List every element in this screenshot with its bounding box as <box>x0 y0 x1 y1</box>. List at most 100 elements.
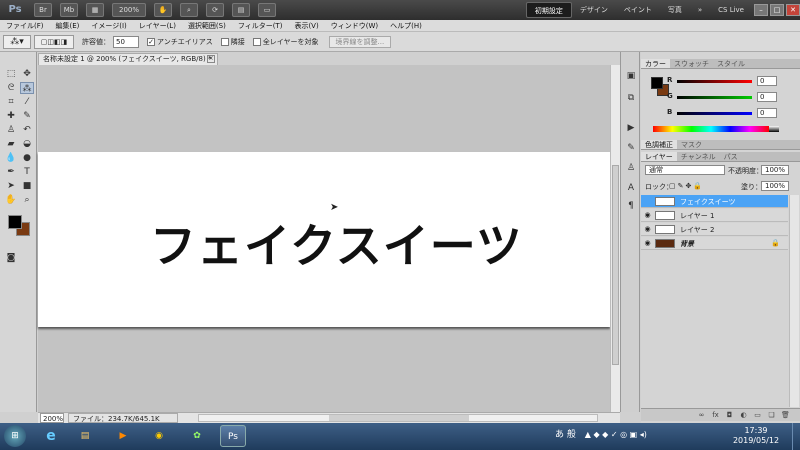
link-layers-icon[interactable]: ∞ <box>697 411 706 420</box>
marquee-tool-icon[interactable]: ⬚ <box>4 68 18 80</box>
paragraph-panel-icon[interactable]: ¶ <box>625 200 637 212</box>
visibility-eye-icon[interactable]: ◉ <box>643 211 652 220</box>
layer-row[interactable]: T フェイクスイーツ <box>641 195 788 208</box>
clone-source-panel-icon[interactable]: ♙ <box>625 162 637 174</box>
bridge-icon[interactable]: Br <box>34 3 52 17</box>
workspace-essentials[interactable]: 初期設定 <box>525 2 572 18</box>
menu-layer[interactable]: レイヤー(L) <box>133 21 182 31</box>
dodge-tool-icon[interactable]: ● <box>20 152 34 164</box>
selection-mode-buttons[interactable]: ▢◫◧◨ <box>34 34 74 49</box>
internet-explorer-icon[interactable]: e <box>38 425 64 447</box>
workspace-more[interactable]: » <box>690 2 710 18</box>
chrome-icon[interactable]: ◉ <box>146 425 172 447</box>
blue-value[interactable]: 0 <box>757 108 777 118</box>
brush-tool-icon[interactable]: ✎ <box>20 110 34 122</box>
mini-bridge-icon[interactable]: Mb <box>60 3 78 17</box>
start-button-icon[interactable]: ⊞ <box>4 425 26 447</box>
menu-file[interactable]: ファイル(F) <box>0 21 50 31</box>
tool-preset-picker[interactable]: ⁂▾ <box>3 34 31 49</box>
eraser-tool-icon[interactable]: ▰ <box>4 138 18 150</box>
shape-tool-icon[interactable]: ■ <box>20 180 34 192</box>
blur-tool-icon[interactable]: 💧 <box>4 152 18 164</box>
mini-bridge-panel-icon[interactable]: ▣ <box>625 70 637 82</box>
move-tool-icon[interactable]: ✥ <box>20 68 34 80</box>
all-layers-checkbox[interactable] <box>252 37 261 46</box>
hand-tool-icon[interactable]: ✋ <box>4 194 18 206</box>
tab-channels[interactable]: チャンネル <box>677 152 720 161</box>
document-canvas[interactable]: フェイクスイーツ ➤ <box>38 152 610 327</box>
red-value[interactable]: 0 <box>757 76 777 86</box>
new-group-icon[interactable]: ▭ <box>753 411 762 420</box>
pen-tool-icon[interactable]: ✒ <box>4 166 18 178</box>
layers-scrollbar[interactable] <box>789 195 799 407</box>
menu-window[interactable]: ウィンドウ(W) <box>325 21 384 31</box>
blend-mode-select[interactable]: 通常 <box>645 165 725 175</box>
delete-layer-icon[interactable]: 🗑 <box>781 411 790 420</box>
visibility-eye-icon[interactable] <box>643 197 652 206</box>
horizontal-scroll-thumb[interactable] <box>329 415 469 421</box>
horizontal-scrollbar[interactable] <box>198 414 598 422</box>
maximize-button[interactable]: □ <box>770 4 784 16</box>
path-selection-tool-icon[interactable]: ➤ <box>4 180 18 192</box>
zoom-field[interactable]: 200% <box>40 413 64 423</box>
crop-tool-icon[interactable]: ⌗ <box>4 96 18 108</box>
lasso-tool-icon[interactable]: ᘓ <box>4 82 18 94</box>
blue-slider[interactable] <box>677 112 752 115</box>
view-extras-icon[interactable]: ▦ <box>86 3 104 17</box>
menu-select[interactable]: 選択範囲(S) <box>182 21 232 31</box>
menu-edit[interactable]: 編集(E) <box>50 21 86 31</box>
vertical-scrollbar[interactable] <box>610 65 620 412</box>
rotate-view-icon[interactable]: ⟳ <box>206 3 224 17</box>
screen-mode-icon[interactable]: ▭ <box>258 3 276 17</box>
visibility-eye-icon[interactable]: ◉ <box>643 239 652 248</box>
history-brush-tool-icon[interactable]: ↶ <box>20 124 34 136</box>
clone-stamp-tool-icon[interactable]: ♙ <box>4 124 18 136</box>
quick-mask-icon[interactable]: ◙ <box>4 252 18 264</box>
file-explorer-icon[interactable]: ▤ <box>72 425 98 447</box>
vertical-scroll-thumb[interactable] <box>612 165 619 365</box>
arrange-documents-icon[interactable]: ▤ <box>232 3 250 17</box>
healing-brush-tool-icon[interactable]: ✚ <box>4 110 18 122</box>
show-desktop-button[interactable] <box>792 423 800 450</box>
history-panel-icon[interactable]: ⧉ <box>625 92 637 104</box>
document-tab[interactable]: 名称未設定 1 @ 200% (フェイクスイーツ, RGB/8) * × <box>38 53 218 65</box>
tab-masks[interactable]: マスク <box>677 140 706 149</box>
zoom-tool-icon[interactable]: ⌕ <box>20 194 34 206</box>
cs-live-button[interactable]: CS Live <box>710 2 752 18</box>
contiguous-checkbox[interactable] <box>220 37 229 46</box>
document-close-icon[interactable]: × <box>207 55 215 63</box>
tolerance-input[interactable]: 50 <box>113 35 139 48</box>
brush-panel-icon[interactable]: ✎ <box>625 142 637 154</box>
green-value[interactable]: 0 <box>757 92 777 102</box>
menu-view[interactable]: 表示(V) <box>288 21 324 31</box>
opacity-input[interactable]: 100% <box>761 165 789 175</box>
media-player-icon[interactable]: ▶ <box>110 425 136 447</box>
character-panel-icon[interactable]: A <box>625 182 637 194</box>
type-tool-icon[interactable]: T <box>20 166 34 178</box>
lock-icons[interactable]: ▢✎✥🔒 <box>669 182 704 190</box>
workspace-design[interactable]: デザイン <box>572 2 616 18</box>
tray-icons[interactable]: ▲ ◆ ◆ ✓ ◎ ▣ ◂) <box>585 430 647 439</box>
workspace-photo[interactable]: 写真 <box>660 2 690 18</box>
magic-wand-tool-icon[interactable]: ⁂ <box>20 82 34 94</box>
tab-adjustments[interactable]: 色調補正 <box>641 140 677 149</box>
fill-input[interactable]: 100% <box>761 181 789 191</box>
photoshop-taskbar-icon[interactable]: Ps <box>220 425 246 447</box>
menu-filter[interactable]: フィルター(T) <box>232 21 289 31</box>
layer-row[interactable]: ◉ 背景 🔒 <box>641 237 788 250</box>
clock[interactable]: 17:39 2019/05/12 <box>728 426 784 446</box>
layer-row[interactable]: ◉ レイヤー 1 <box>641 209 788 222</box>
green-slider[interactable] <box>677 96 752 99</box>
foreground-color-swatch-front[interactable] <box>8 215 22 229</box>
refine-edge-button[interactable]: 境界線を調整... <box>328 35 392 48</box>
tab-layers[interactable]: レイヤー <box>641 152 677 161</box>
tab-styles[interactable]: スタイル <box>713 59 749 68</box>
paint-bucket-tool-icon[interactable]: ◒ <box>20 138 34 150</box>
grayscale-ramp[interactable] <box>769 126 779 132</box>
actions-panel-icon[interactable]: ▶ <box>625 122 637 134</box>
menu-image[interactable]: イメージ(I) <box>85 21 132 31</box>
new-layer-icon[interactable]: ❏ <box>767 411 776 420</box>
menu-help[interactable]: ヘルプ(H) <box>384 21 428 31</box>
file-info[interactable]: ファイル：234.7K/645.1K <box>68 413 178 423</box>
color-panel-fg-swatch[interactable] <box>651 77 663 89</box>
